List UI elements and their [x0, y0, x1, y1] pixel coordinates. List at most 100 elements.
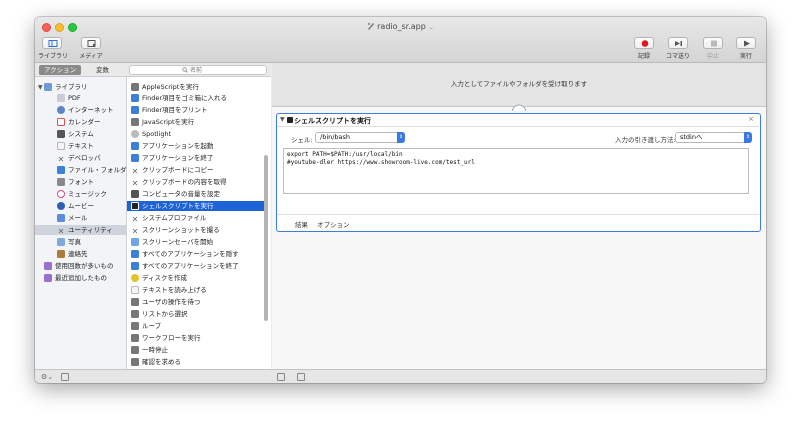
list-item[interactable]: すべてのアプリケーションを隠す [131, 249, 239, 259]
search-field[interactable] [129, 65, 267, 75]
category-item-fonts[interactable]: フォント [57, 177, 94, 187]
category-item-music[interactable]: ミュージック [57, 189, 107, 199]
stop-icon [711, 40, 717, 47]
category-item-most-used[interactable]: 使用回数が多いもの [44, 261, 114, 271]
category-item-movies[interactable]: ムービー [57, 201, 94, 211]
folder-icon [44, 261, 52, 270]
category-item-utilities[interactable]: ✕ ユーティリティ [35, 225, 126, 235]
list-item[interactable]: ✕ システムプロファイル [131, 213, 207, 224]
collapse-triangle-icon[interactable]: ▼ [280, 116, 285, 123]
category-item-system[interactable]: システム [57, 129, 94, 139]
record-button[interactable] [634, 37, 654, 49]
list-item[interactable]: Finder項目をゴミ箱に入れる [131, 93, 227, 103]
list-item[interactable]: ✕ クリップボードにコピー [131, 165, 214, 175]
mail-icon [57, 213, 65, 222]
gear-icon[interactable]: ⚙⌄ [41, 373, 53, 381]
list-item[interactable]: コンピュータの音量を設定 [131, 189, 220, 199]
category-item-internet[interactable]: インターネット [57, 105, 114, 115]
utility-icon: ✕ [131, 214, 139, 224]
run-label: 実行 [739, 53, 752, 60]
tab-actions[interactable]: アクション [39, 65, 82, 75]
results-tab[interactable]: 結果 [295, 219, 308, 229]
list-item[interactable]: ✕ スクリーンショットを撮る [131, 225, 220, 235]
pdf-icon [57, 93, 65, 102]
title-chevron-icon[interactable]: ⌄ [429, 24, 434, 31]
media-label: メディア [79, 53, 103, 60]
library-label: ライブラリ [37, 53, 68, 60]
script-line: export PATH=$PATH:/usr/local/bin [287, 151, 403, 158]
utility-icon: ✕ [131, 166, 139, 176]
utility-icon: ✕ [131, 226, 139, 236]
workflow-input-text: 入力としてファイルやフォルダを受け取ります [450, 80, 588, 88]
text-icon [131, 285, 139, 294]
list-item[interactable]: Spotlight [131, 129, 171, 139]
text-icon [57, 141, 65, 150]
pass-input-label: 入力の引き渡し方法: [615, 136, 676, 144]
script-icon [131, 333, 139, 342]
list-item[interactable]: ディスクを作成 [131, 273, 187, 283]
category-item-library[interactable]: ▼ ライブラリ [38, 82, 88, 92]
system-icon [131, 189, 139, 198]
library-pane: アクション 変数 ▼ライブラリ PDF インターネット カレンダー システム テ… [35, 63, 271, 369]
workflow-area: 入力としてファイルやフォルダを受け取ります ▼ シェルスクリプトを実行 × シェ… [272, 63, 766, 369]
run-button[interactable] [736, 37, 756, 49]
terminal-icon [287, 117, 293, 123]
category-item-pdf[interactable]: PDF [57, 93, 81, 103]
action-list-scrollbar[interactable] [264, 155, 268, 321]
stop-button[interactable] [703, 37, 723, 49]
action-run-shell-script: ▼ シェルスクリプトを実行 × シェル: /bin/bash ⇕ 入力の引き渡し… [276, 113, 761, 232]
list-item[interactable]: アプリケーションを起動 [131, 141, 213, 151]
category-item-mail[interactable]: メール [57, 213, 88, 223]
list-item[interactable]: テキストを読み上げる [131, 285, 207, 295]
list-item[interactable]: ✕ クリップボードの内容を取得 [131, 177, 227, 187]
list-item[interactable]: ユーザの操作を待つ [131, 297, 200, 307]
category-item-text[interactable]: テキスト [57, 141, 94, 151]
tab-variables[interactable]: 変数 [91, 65, 114, 75]
script-icon [131, 117, 139, 126]
script-line: #youtube-dler https://www.showroom-live.… [287, 159, 475, 166]
app-icon [131, 261, 139, 270]
contacts-icon [57, 249, 65, 258]
folder-icon [44, 273, 52, 282]
log-view-icon[interactable] [277, 373, 285, 381]
utility-icon: ✕ [131, 178, 139, 188]
action-list: AppleScriptを実行 Finder項目をゴミ箱に入れる Finder項目… [127, 77, 271, 369]
step-button[interactable] [668, 37, 688, 49]
media-button[interactable] [81, 37, 101, 49]
script-icon [131, 309, 139, 318]
step-icon [675, 41, 682, 46]
library-tabs-bar: アクション 変数 [35, 63, 271, 77]
close-icon[interactable]: × [748, 115, 754, 123]
library-toggle-button[interactable] [42, 37, 62, 49]
list-item[interactable]: リストから選択 [131, 309, 188, 319]
list-item[interactable]: 一時停止 [131, 345, 168, 355]
list-item[interactable]: アプリケーションを終了 [131, 153, 213, 163]
window-title: radio_sr.app ⌄ [35, 22, 766, 31]
search-input[interactable] [190, 66, 260, 74]
shell-select[interactable]: /bin/bash ⇕ [315, 132, 405, 143]
list-item[interactable]: すべてのアプリケーションを終了 [131, 261, 239, 271]
pass-input-select-value: stdinへ [680, 133, 703, 141]
record-label: 記録 [637, 53, 650, 60]
pass-input-select[interactable]: stdinへ ⇕ [675, 132, 752, 143]
category-item-contacts[interactable]: 連絡先 [57, 249, 88, 259]
list-item[interactable]: ループ [131, 321, 161, 331]
list-item[interactable]: JavaScriptを実行 [131, 117, 194, 127]
script-editor[interactable]: export PATH=$PATH:/usr/local/bin #youtub… [283, 148, 749, 194]
list-item-selected[interactable]: シェルスクリプトを実行 [127, 201, 264, 211]
category-item-files-folders[interactable]: ファイル・フォルダ [57, 165, 127, 175]
automator-window: radio_sr.app⌄ ライブラリ メディア 記録 コマ送り 中止 実行 [35, 17, 766, 383]
description-toggle-icon[interactable] [61, 373, 69, 381]
app-icon [131, 153, 139, 162]
category-item-recently-added[interactable]: 最近追加したもの [44, 273, 107, 283]
category-item-photos[interactable]: 写真 [57, 237, 81, 247]
category-item-developer[interactable]: ✕ デベロッパ [57, 153, 101, 163]
variables-view-icon[interactable] [297, 373, 305, 381]
list-item[interactable]: AppleScriptを実行 [131, 82, 199, 92]
list-item[interactable]: スクリーンセーバを開始 [131, 237, 213, 247]
list-item[interactable]: ワークフローを実行 [131, 333, 201, 343]
list-item[interactable]: Finder項目をプリント [131, 105, 208, 115]
options-tab[interactable]: オプション [317, 219, 350, 229]
list-item[interactable]: 確認を求める [131, 357, 181, 367]
category-item-calendar[interactable]: カレンダー [57, 117, 101, 127]
